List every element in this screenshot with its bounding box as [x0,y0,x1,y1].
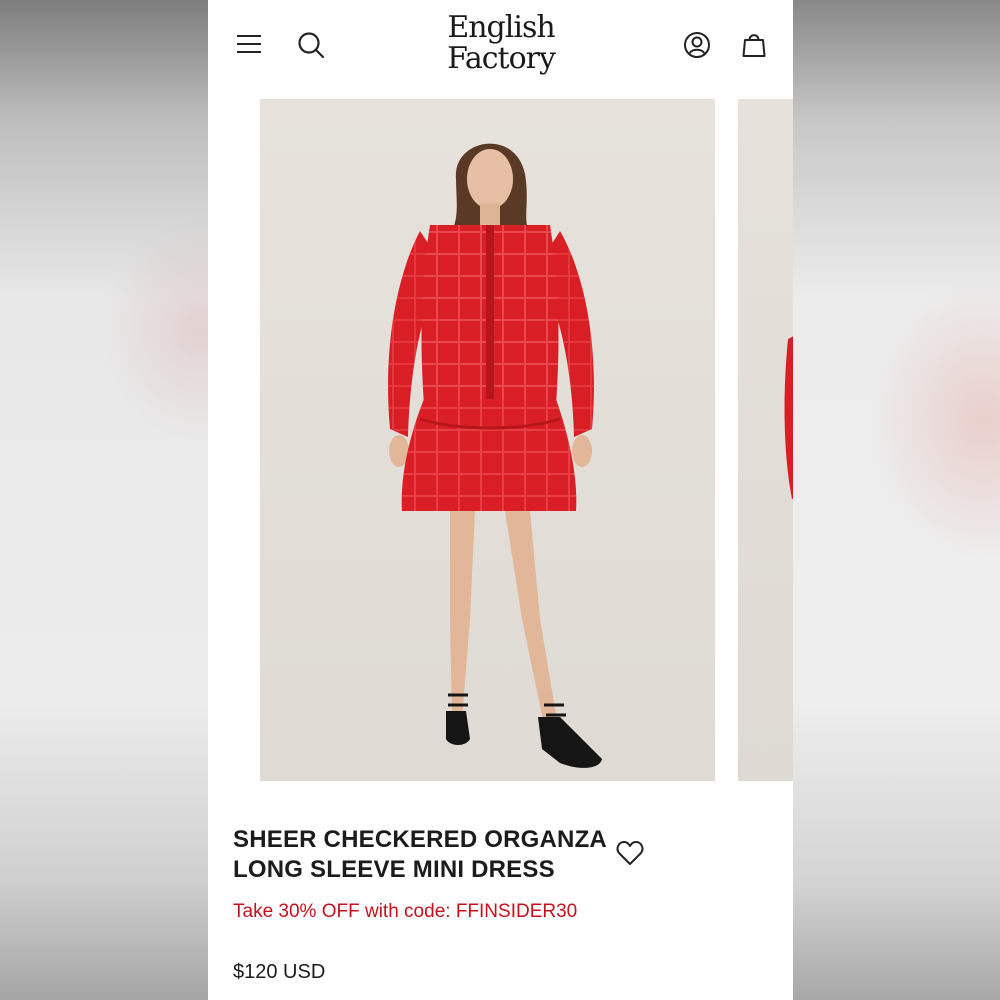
brand-logo[interactable]: English Factory [436,12,566,74]
logo-line-1: English [447,10,555,45]
cart-icon[interactable] [740,30,768,60]
promo-code-text: Take 30% OFF with code: FFINSIDER30 [233,901,578,922]
product-title: SHEER CHECKERED ORGANZA LONG SLEEVE MINI… [233,825,613,885]
product-price: $120 USD [233,961,326,983]
heart-outline-icon[interactable] [616,840,646,868]
product-image-next[interactable] [738,99,793,781]
search-icon[interactable] [296,30,326,60]
blurred-background-right [793,0,1000,1000]
product-title-line-2: LONG SLEEVE MINI DRESS [233,856,555,883]
model-photo [388,143,602,768]
product-image-main[interactable] [260,99,715,781]
account-icon[interactable] [682,30,712,60]
mobile-product-page: English Factory SHEER CHECKERED ORGANZA … [208,0,793,1000]
blurred-background-left [0,0,208,1000]
site-header: English Factory [208,0,793,95]
next-photo-peek [784,336,793,499]
menu-icon[interactable] [234,32,264,56]
logo-line-2: Factory [447,41,556,76]
product-title-line-1: SHEER CHECKERED ORGANZA [233,826,607,853]
